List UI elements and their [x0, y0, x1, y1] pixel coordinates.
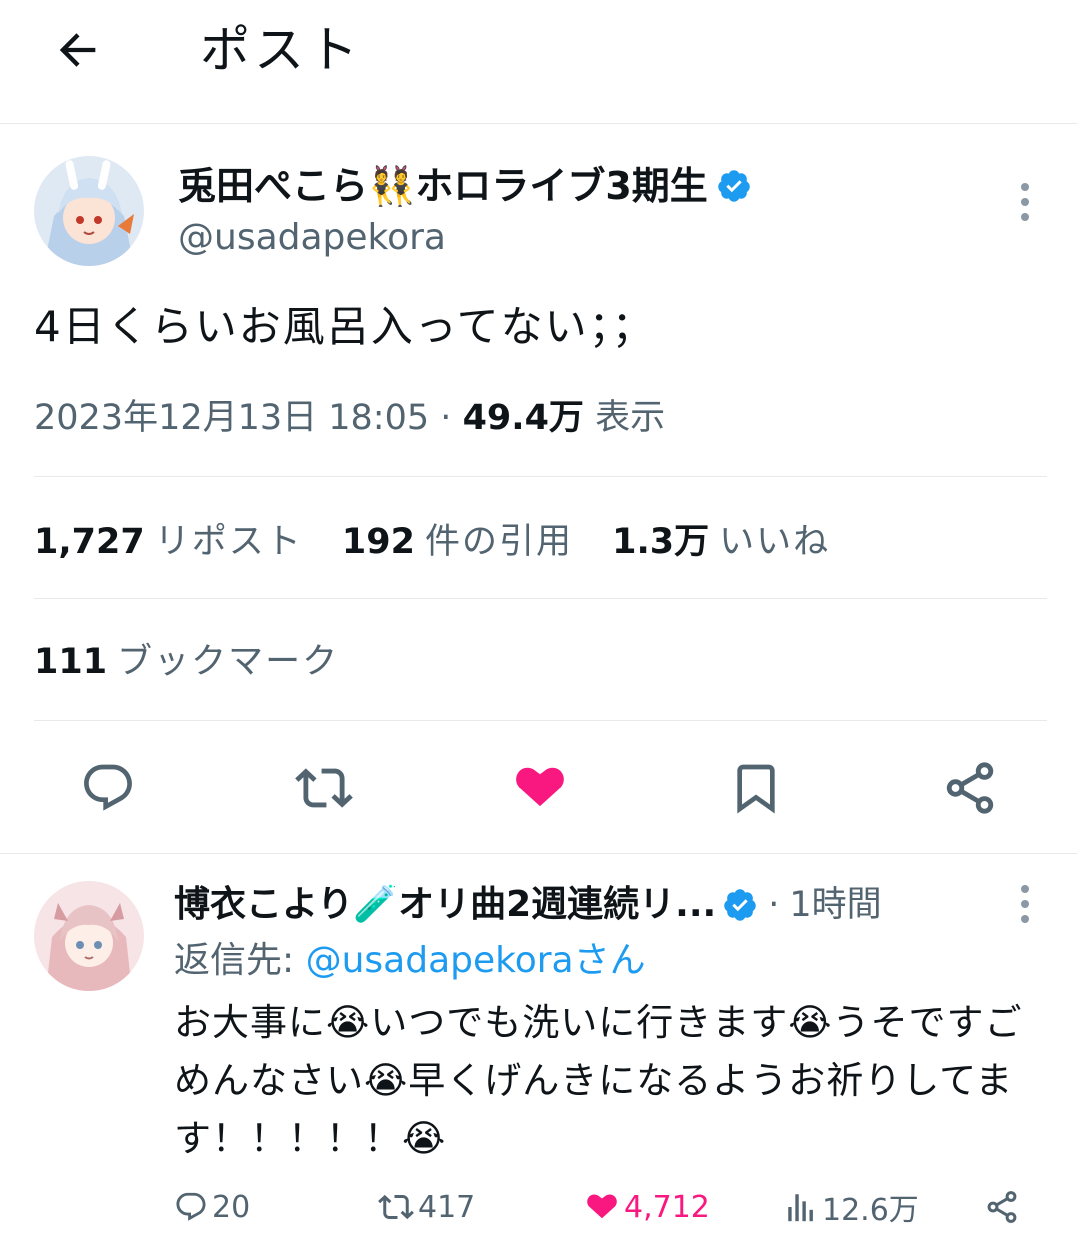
bookmark-label: ブックマーク [117, 642, 340, 682]
reply-to-line: 返信先: @usadapekoraさん [174, 936, 646, 986]
tweet-meta: 2023年12月13日 18:05 · 49.4万 表示 [34, 392, 665, 444]
reply-more-button[interactable] [1015, 883, 1035, 927]
quote-label: 件の引用 [424, 522, 573, 562]
verified-badge-icon [718, 170, 750, 202]
meta-separator: · [440, 398, 452, 438]
reply-to-prefix: 返信先: [174, 940, 306, 981]
reply-action-bar: 20 417 4,712 12.6万 [174, 1182, 1044, 1232]
verified-badge-icon [724, 889, 756, 921]
reply-view-count: 12.6万 [822, 1193, 919, 1228]
back-button[interactable] [48, 20, 108, 80]
tweet-timestamp[interactable]: 2023年12月13日 18:05 [34, 398, 429, 438]
views-icon [788, 1194, 813, 1222]
reply-views-button[interactable]: 12.6万 [784, 1182, 919, 1232]
like-label: いいね [719, 522, 831, 562]
reply-button[interactable] [78, 758, 138, 818]
reply-author-name[interactable]: 博衣こより🧪オリ曲2週連続リ... [174, 878, 716, 932]
reply-icon [84, 764, 132, 811]
reply-timestamp[interactable]: 1時間 [789, 878, 881, 932]
tweet-view-count: 49.4万 [462, 398, 584, 438]
share-icon [987, 1191, 1017, 1223]
repost-stat[interactable]: 1,727 リポスト [34, 516, 303, 568]
divider [0, 853, 1077, 854]
divider [34, 720, 1047, 721]
bookmark-count: 111 [34, 642, 108, 682]
tweet-action-bar [0, 752, 1077, 824]
like-button[interactable] [510, 758, 570, 818]
author-display-name[interactable]: 兎田ぺこら👯ホロライブ3期生 [178, 158, 708, 214]
tweet-more-button[interactable] [1015, 181, 1035, 225]
reply-icon [176, 1192, 206, 1221]
reply-share-button[interactable] [984, 1182, 1020, 1232]
reply-like-count: 4,712 [624, 1189, 710, 1225]
repost-label: リポスト [154, 522, 303, 562]
author-handle[interactable]: @usadapekora [178, 214, 446, 262]
repost-count: 1,727 [34, 522, 145, 562]
repost-button[interactable] [294, 758, 354, 818]
top-bar: ポスト [0, 0, 1077, 124]
quote-stat[interactable]: 192 件の引用 [342, 516, 573, 568]
reply-repost-button[interactable]: 417 [378, 1182, 475, 1232]
reply-to-suffix: さん [573, 940, 646, 981]
heart-icon [587, 1194, 617, 1219]
reply-to-mention[interactable]: @usadapekora [306, 940, 574, 981]
more-vertical-icon [1021, 885, 1029, 923]
like-count: 1.3万 [612, 522, 710, 562]
reply-reply-button[interactable]: 20 [174, 1182, 250, 1232]
divider [34, 598, 1047, 599]
quote-count: 192 [341, 522, 415, 562]
divider [34, 476, 1047, 477]
author-name-row[interactable]: 兎田ぺこら👯ホロライブ3期生 [178, 158, 752, 214]
reply-time-separator: · [768, 885, 780, 925]
reply-author-avatar[interactable] [34, 881, 144, 991]
more-vertical-icon [1021, 183, 1029, 221]
repost-icon [295, 768, 353, 808]
repost-icon [378, 1194, 414, 1220]
bookmark-stat[interactable]: 111 ブックマーク [34, 636, 367, 688]
heart-icon [516, 767, 564, 807]
page-title: ポスト [200, 21, 362, 79]
tweet-view-label: 表示 [595, 398, 666, 438]
reply-author-row[interactable]: 博衣こより🧪オリ曲2週連続リ... · 1時間 [174, 878, 882, 932]
tweet-text: 4日くらいお風呂入ってない；； [34, 302, 656, 351]
bookmark-button[interactable] [726, 758, 786, 818]
reply-repost-count: 417 [418, 1189, 476, 1225]
author-avatar[interactable] [34, 156, 144, 266]
bookmark-icon [737, 764, 775, 814]
reply-like-button[interactable]: 4,712 [584, 1182, 710, 1232]
reply-reply-count: 20 [212, 1189, 251, 1225]
back-arrow-icon [59, 33, 96, 67]
reply-text: お大事に😭いつでも洗いに行きます😭うそですごめんなさい😭早くげんきになるようお祈… [174, 1001, 1023, 1160]
share-button[interactable] [940, 758, 1000, 818]
engagement-stats: 1,727 リポスト 192 件の引用 1.3万 いいね [34, 516, 858, 568]
share-icon [946, 762, 994, 814]
like-stat[interactable]: 1.3万 いいね [612, 516, 830, 568]
